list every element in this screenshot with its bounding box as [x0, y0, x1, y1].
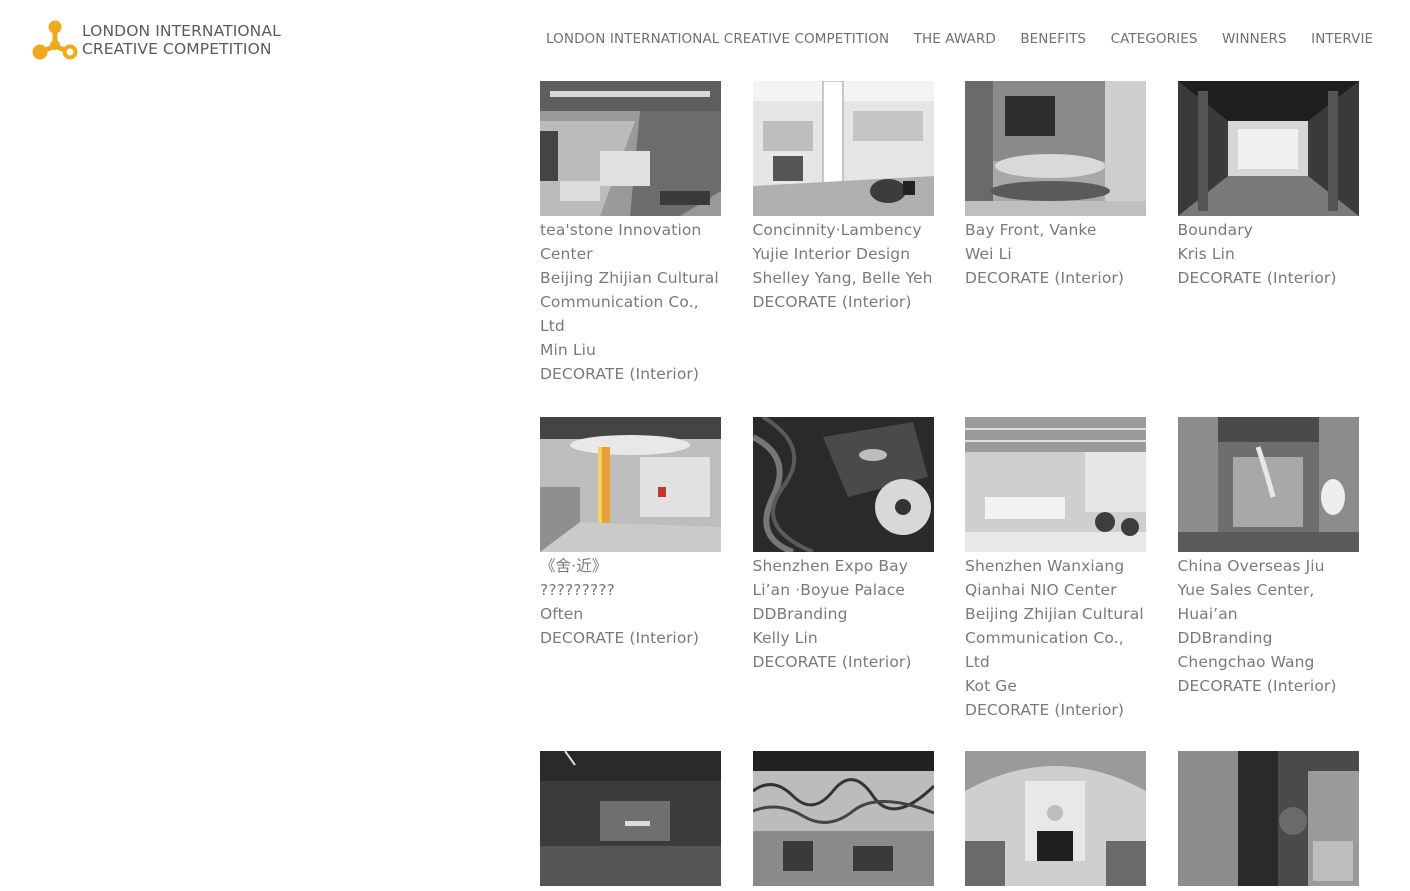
winners-row	[540, 751, 1370, 891]
winner-card: tea'stone Innovation Center Beijing Zhij…	[540, 81, 722, 417]
site-name-line-2: CREATIVE COMPETITION	[82, 40, 272, 58]
winner-line: Wei Li	[965, 245, 1012, 263]
interior-photo	[752, 417, 934, 552]
winner-card: Concinnity·Lambency Yujie Interior Desig…	[752, 81, 935, 417]
winner-line: tea'stone Innovation	[540, 221, 702, 239]
winner-line: China Overseas Jiu	[1177, 557, 1325, 575]
winner-thumbnail[interactable]	[1177, 417, 1359, 552]
winner-card	[965, 751, 1147, 891]
site-name: LONDON INTERNATIONAL CREATIVE COMPETITIO…	[82, 22, 281, 58]
winner-thumbnail[interactable]	[965, 81, 1146, 216]
winner-category: DECORATE (Interior)	[965, 269, 1125, 287]
winner-thumbnail[interactable]	[965, 417, 1146, 552]
winner-line: Min Liu	[540, 341, 596, 359]
winner-line: Yue Sales Center,	[1177, 581, 1315, 599]
winner-line: Shelley Yang, Belle Yeh	[752, 269, 933, 287]
interior-photo	[540, 417, 721, 552]
site-logo-link[interactable]: LONDON INTERNATIONAL CREATIVE COMPETITIO…	[31, 18, 281, 62]
nav-link-winners[interactable]: WINNERS	[1222, 29, 1287, 49]
winner-line: Li’an ·Boyue Palace	[752, 581, 906, 599]
winner-category: DECORATE (Interior)	[1177, 677, 1337, 695]
winner-info: China Overseas Jiu Yue Sales Center, Hua…	[1178, 554, 1360, 698]
winner-line: Kelly Lin	[752, 629, 818, 647]
winner-card: 《舍·近》 ????????? Often DECORATE (Interior…	[540, 417, 722, 751]
interior-photo	[1177, 81, 1359, 216]
winner-line: 《舍·近》	[540, 557, 608, 575]
winner-category: DECORATE (Interior)	[752, 653, 912, 671]
interior-photo	[965, 751, 1146, 886]
winner-card	[540, 751, 722, 891]
winner-line: Qianhai NIO Center	[965, 581, 1117, 599]
main-nav: LONDON INTERNATIONAL CREATIVE COMPETITIO…	[546, 29, 1410, 49]
winner-line: Boundary	[1177, 221, 1253, 239]
winner-line: Concinnity·Lambency	[752, 221, 922, 239]
site-name-line-1: LONDON INTERNATIONAL	[82, 22, 281, 40]
winner-thumbnail[interactable]	[540, 417, 721, 552]
winner-line: Kris Lin	[1177, 245, 1235, 263]
winner-thumbnail[interactable]	[540, 81, 721, 216]
winner-info: 《舍·近》 ????????? Often DECORATE (Interior…	[540, 554, 722, 650]
winner-thumbnail[interactable]	[752, 81, 934, 216]
winner-info: tea'stone Innovation Center Beijing Zhij…	[540, 218, 722, 386]
winners-row: 《舍·近》 ????????? Often DECORATE (Interior…	[540, 417, 1370, 751]
winner-line: Kot Ge	[965, 677, 1018, 695]
winner-line: Beijing Zhijian Cultural	[540, 269, 719, 287]
winner-info: Shenzhen Wanxiang Qianhai NIO Center Bei…	[965, 554, 1147, 722]
winner-category: DECORATE (Interior)	[540, 629, 700, 647]
winner-thumbnail[interactable]	[540, 751, 721, 886]
nav-link-the-award[interactable]: THE AWARD	[914, 29, 996, 49]
molecule-logo-icon	[32, 20, 78, 60]
winner-info: Boundary Kris Lin DECORATE (Interior)	[1178, 218, 1360, 290]
winner-thumbnail[interactable]	[1177, 81, 1359, 216]
winners-grid: tea'stone Innovation Center Beijing Zhij…	[540, 81, 1370, 891]
winner-line: Ltd	[540, 317, 565, 335]
winner-card	[752, 751, 935, 891]
winner-info: Shenzhen Expo Bay Li’an ·Boyue Palace DD…	[753, 554, 935, 674]
winner-line: Shenzhen Expo Bay	[752, 557, 908, 575]
winner-category: DECORATE (Interior)	[965, 701, 1125, 719]
interior-photo	[965, 81, 1146, 216]
winner-line: ?????????	[540, 581, 615, 599]
winner-category: DECORATE (Interior)	[540, 365, 700, 383]
winner-card: Bay Front, Vanke Wei Li DECORATE (Interi…	[965, 81, 1147, 417]
winners-row: tea'stone Innovation Center Beijing Zhij…	[540, 81, 1370, 417]
winner-card	[1177, 751, 1360, 891]
winner-info: Bay Front, Vanke Wei Li DECORATE (Interi…	[965, 218, 1147, 290]
winner-thumbnail[interactable]	[1177, 751, 1359, 886]
winner-line: Bay Front, Vanke	[965, 221, 1097, 239]
interior-photo	[1177, 417, 1359, 552]
winner-line: Chengchao Wang	[1177, 653, 1315, 671]
winner-line: Center	[540, 245, 593, 263]
winner-card: China Overseas Jiu Yue Sales Center, Hua…	[1177, 417, 1360, 751]
winner-category: DECORATE (Interior)	[752, 293, 912, 311]
interior-photo	[752, 81, 934, 216]
interior-photo	[540, 751, 721, 886]
interior-photo	[965, 417, 1146, 552]
winner-card: Shenzhen Expo Bay Li’an ·Boyue Palace DD…	[752, 417, 935, 751]
interior-photo	[1177, 751, 1359, 886]
winner-line: Communication Co.,	[540, 293, 699, 311]
winner-info: Concinnity·Lambency Yujie Interior Desig…	[753, 218, 935, 314]
winner-thumbnail[interactable]	[752, 417, 934, 552]
winner-line: Beijing Zhijian Cultural	[965, 605, 1144, 623]
winner-thumbnail[interactable]	[965, 751, 1146, 886]
winner-line: Shenzhen Wanxiang	[965, 557, 1125, 575]
winner-card: Shenzhen Wanxiang Qianhai NIO Center Bei…	[965, 417, 1147, 751]
nav-link-benefits[interactable]: BENEFITS	[1020, 29, 1086, 49]
interior-photo	[752, 751, 934, 886]
nav-link-interviews[interactable]: INTERVIE	[1311, 29, 1373, 49]
winner-thumbnail[interactable]	[752, 751, 934, 886]
nav-link-competition[interactable]: LONDON INTERNATIONAL CREATIVE COMPETITIO…	[546, 29, 889, 49]
winner-line: DDBranding	[752, 605, 848, 623]
winner-line: Communication Co.,	[965, 629, 1124, 647]
interior-photo	[540, 81, 721, 216]
nav-link-categories[interactable]: CATEGORIES	[1111, 29, 1198, 49]
winner-line: Often	[540, 605, 584, 623]
winner-line: Yujie Interior Design	[752, 245, 911, 263]
winner-category: DECORATE (Interior)	[1177, 269, 1337, 287]
winner-card: Boundary Kris Lin DECORATE (Interior)	[1177, 81, 1360, 417]
winner-line: DDBranding	[1177, 629, 1273, 647]
winner-line: Ltd	[965, 653, 990, 671]
winner-line: Huai’an	[1177, 605, 1238, 623]
